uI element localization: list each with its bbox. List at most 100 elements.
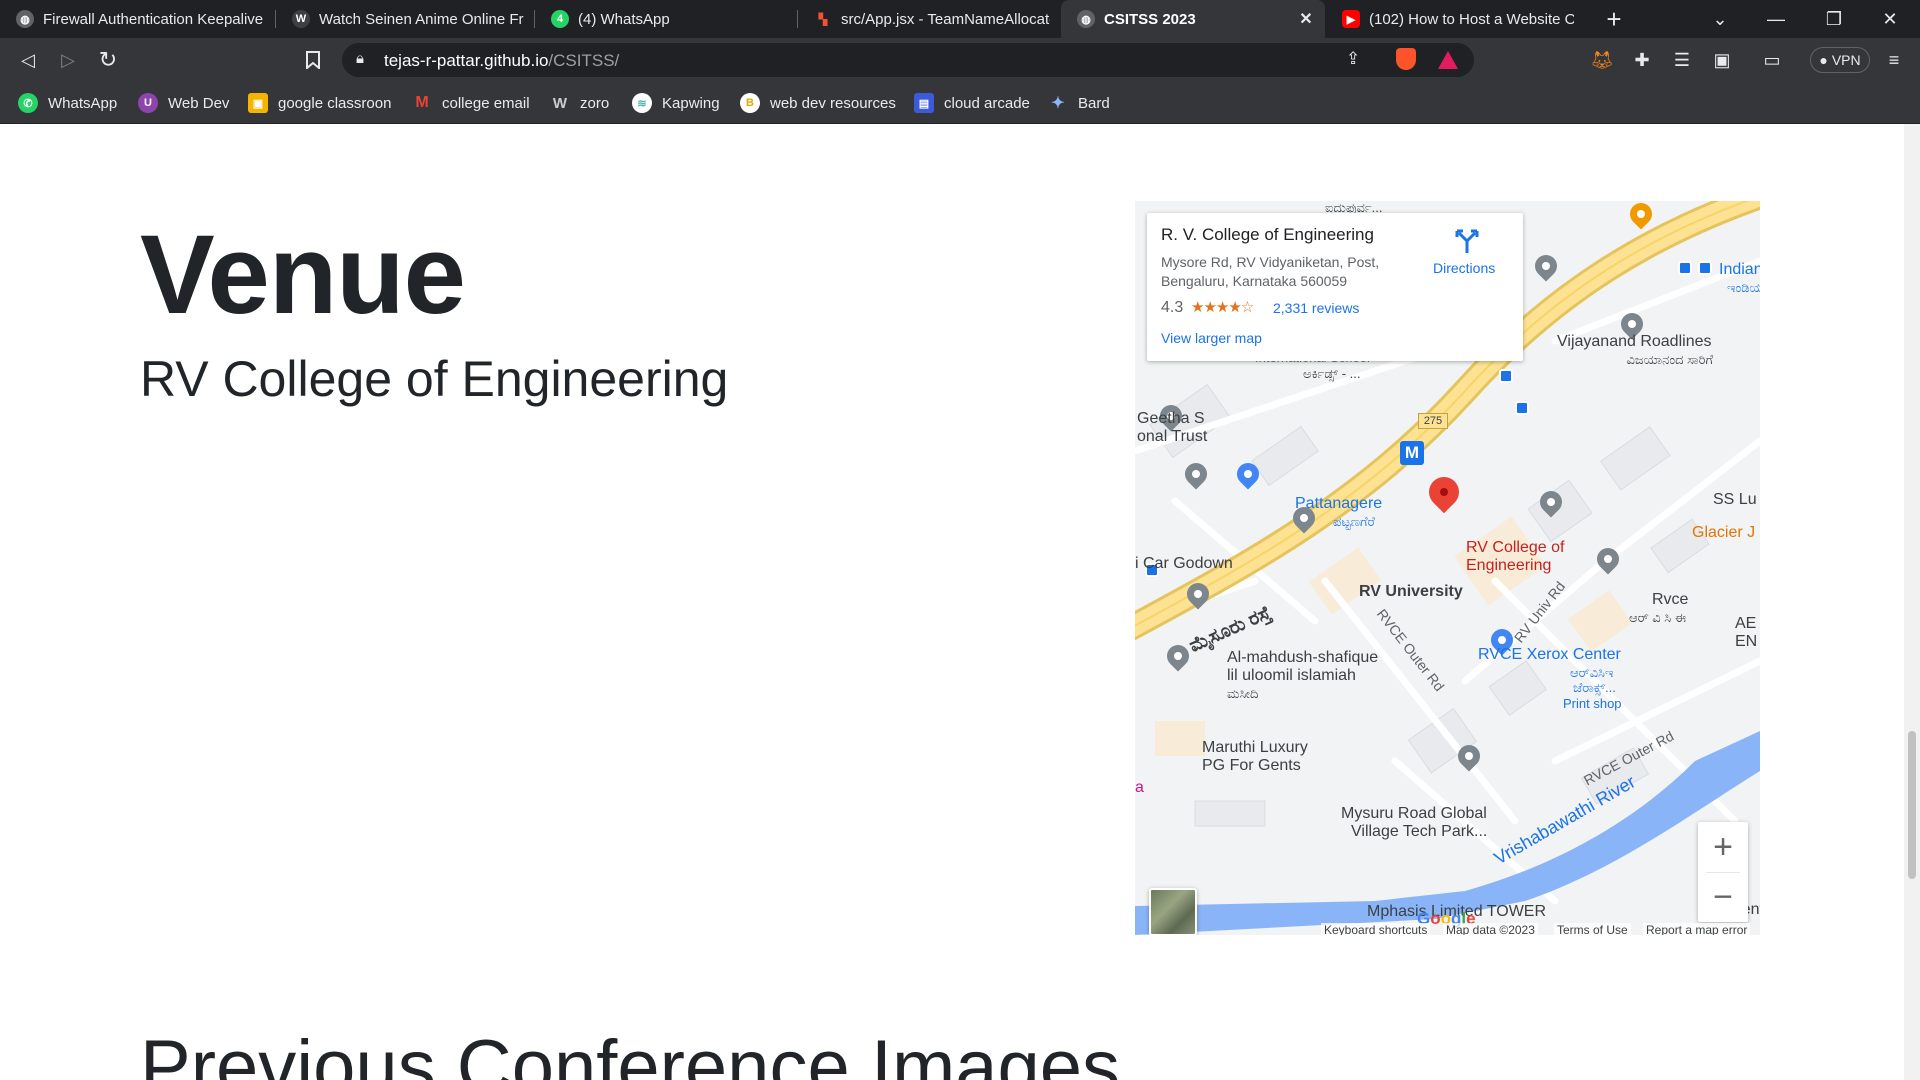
tab-label: Firewall Authentication Keepalive: [43, 10, 264, 28]
brave-shield-icon[interactable]: [1396, 48, 1416, 70]
map-label-rvce-2: Engineering: [1466, 557, 1552, 574]
keyboard-shortcuts-link[interactable]: Keyboard shortcuts: [1321, 923, 1431, 935]
new-tab-button[interactable]: +: [1586, 0, 1642, 38]
tab-anime[interactable]: W Watch Seinen Anime Online Free: [276, 0, 534, 38]
map-label-almahdush-kn: ಮಸೀದಿ: [1227, 686, 1259, 701]
tab-label: (102) How to Host a Website On: [1369, 10, 1574, 28]
forward-icon[interactable]: ▷: [54, 46, 82, 74]
gmail-icon: M: [415, 94, 429, 111]
map-label-vijayanand[interactable]: Vijayanand Roadlines: [1557, 333, 1711, 351]
terms-link[interactable]: Terms of Use: [1554, 923, 1631, 935]
bookmark-bard[interactable]: ✦ Bard: [1048, 91, 1109, 115]
tab-firewall[interactable]: ◍ Firewall Authentication Keepalive: [0, 0, 275, 38]
map-label-rvce-poi-kn: ಆರ್ ವಿ ಸಿ ಈ: [1629, 610, 1687, 625]
bookmark-label: Web Dev: [168, 94, 230, 112]
zoro-icon: W: [552, 94, 568, 112]
extensions-icon[interactable]: ✚: [1628, 46, 1656, 74]
metro-station-icon[interactable]: M: [1400, 441, 1424, 465]
map-label-glacier[interactable]: Glacier J: [1692, 524, 1755, 542]
bookmark-college-email[interactable]: M college email: [412, 91, 530, 115]
map-label-ss[interactable]: SS Lu: [1713, 491, 1757, 509]
scroll-thumb[interactable]: [1908, 731, 1916, 879]
minimize-icon[interactable]: —: [1748, 0, 1804, 38]
bookmark-google-classroom[interactable]: ▣ google classroon: [248, 91, 391, 115]
close-tab-icon[interactable]: ✕: [1297, 9, 1315, 29]
bookmark-page-icon[interactable]: [299, 46, 327, 74]
tab-search-icon[interactable]: ⌄: [1692, 0, 1748, 38]
map-label-edge: a: [1135, 779, 1144, 796]
bookmark-cloud-arcade[interactable]: ▤ cloud arcade: [914, 91, 1030, 115]
zoom-in-button[interactable]: +: [1698, 822, 1748, 872]
map-attribution: Keyboard shortcuts Map data ©2023 Terms …: [1135, 923, 1760, 935]
reload-icon[interactable]: ↻: [94, 46, 122, 74]
close-window-icon[interactable]: ✕: [1862, 0, 1918, 38]
wallet-icon[interactable]: ▭: [1758, 46, 1786, 74]
tab-label: (4) WhatsApp: [578, 10, 670, 28]
bookmark-label: WhatsApp: [48, 94, 118, 112]
map-label-indian-kn: ಇಂಡಿಯ: [1727, 280, 1760, 295]
directions-link[interactable]: Directions: [1433, 260, 1495, 276]
bookmark-web-dev[interactable]: U Web Dev: [138, 91, 229, 115]
tab-label: CSITSS 2023: [1104, 10, 1196, 28]
menu-icon[interactable]: ≡: [1880, 46, 1908, 74]
map-label-ae[interactable]: AE: [1735, 615, 1756, 633]
restore-icon[interactable]: ❐: [1806, 0, 1862, 38]
highway-shield-275: 275: [1418, 413, 1448, 429]
map-label-geetha-2: onal Trust: [1137, 428, 1208, 445]
bus-stop-icon[interactable]: [1499, 369, 1513, 383]
map-label-rvce[interactable]: RV College of: [1466, 539, 1564, 557]
map-label-mysuru-global-2: Village Tech Park...: [1351, 823, 1488, 840]
tab-label: Watch Seinen Anime Online Free: [319, 10, 524, 28]
bus-stop-icon[interactable]: [1698, 261, 1712, 275]
globe-icon: ◍: [16, 10, 34, 28]
playlist-icon[interactable]: ☰: [1668, 46, 1696, 74]
bookmarks-bar: ✆ WhatsApp U Web Dev ▣ google classroon …: [0, 82, 1920, 124]
map-label-maruthi[interactable]: Maruthi Luxury: [1202, 739, 1308, 757]
map-label-rvce-poi[interactable]: Rvce: [1652, 591, 1688, 609]
google-map-embed[interactable]: M 275 ಐದುಫುರ್ವ... Indian ಇಂಡಿಯ Vijayanan…: [1135, 201, 1760, 935]
directions-icon[interactable]: [1453, 227, 1481, 255]
bookmark-web-dev-resources[interactable]: B web dev resources: [740, 91, 896, 115]
vpn-button[interactable]: ● VPN: [1810, 47, 1870, 73]
tab-youtube[interactable]: ▶ (102) How to Host a Website On: [1326, 0, 1584, 38]
share-icon[interactable]: ⇪: [1346, 49, 1360, 69]
metamask-icon[interactable]: 🦊︎: [1588, 46, 1616, 74]
map-label-maruthi-2: PG For Gents: [1202, 757, 1301, 774]
folder-icon: U: [138, 93, 158, 113]
brave-rewards-icon[interactable]: [1438, 51, 1458, 69]
page-content: Venue RV College of Engineering M 275 ಐದ…: [0, 124, 1904, 1080]
tab-app-jsx[interactable]: ▚ src/App.jsx - TeamNameAllocator: [798, 0, 1060, 38]
tab-whatsapp[interactable]: 4 (4) WhatsApp: [535, 0, 797, 38]
reviews-link[interactable]: 2,331 reviews: [1273, 300, 1359, 316]
view-larger-map-link[interactable]: View larger map: [1161, 330, 1262, 346]
map-label-rv-university[interactable]: RV University: [1359, 583, 1463, 601]
bus-stop-icon[interactable]: [1678, 261, 1692, 275]
map-label-vijayanand-kn: ವಿಜಯಾನಂದ ಸಾರಿಗೆ: [1626, 352, 1713, 367]
map-label-car-godown[interactable]: i Car Godown: [1135, 555, 1233, 573]
map-label-indian[interactable]: Indian: [1719, 261, 1760, 279]
browser-toolbar: ◁ ▷ ↻ 🔒︎ tejas-r-pattar.github.io/CSITSS…: [0, 38, 1920, 82]
address-bar[interactable]: 🔒︎ tejas-r-pattar.github.io/CSITSS/ ⇪: [342, 43, 1474, 77]
bus-stop-icon[interactable]: [1515, 401, 1529, 415]
map-label-pattanagere[interactable]: Pattanagere: [1295, 495, 1382, 513]
zoro-icon: W: [292, 10, 310, 28]
map-label-xerox[interactable]: RVCE Xerox Center: [1478, 646, 1621, 664]
report-error-link[interactable]: Report a map error: [1643, 923, 1751, 935]
bookmark-label: web dev resources: [770, 94, 896, 112]
place-rating: 4.3: [1161, 299, 1184, 316]
tab-csitss[interactable]: ◍ CSITSS 2023 ✕: [1061, 0, 1325, 38]
sidebar-icon[interactable]: ▣: [1708, 46, 1736, 74]
map-label-geetha[interactable]: Geetha S: [1137, 410, 1205, 428]
page-scrollbar[interactable]: [1904, 124, 1920, 1080]
place-info-card: R. V. College of Engineering Mysore Rd, …: [1147, 213, 1523, 361]
venue-subtitle: RV College of Engineering: [140, 351, 729, 407]
back-icon[interactable]: ◁: [14, 46, 42, 74]
zoom-out-button[interactable]: −: [1698, 872, 1748, 922]
bookmark-label: Kapwing: [662, 94, 720, 112]
bookmark-whatsapp[interactable]: ✆ WhatsApp: [18, 91, 117, 115]
bookmark-kapwing[interactable]: ≋ Kapwing: [632, 91, 720, 115]
bookmark-label: college email: [442, 94, 530, 112]
bookmark-zoro[interactable]: W zoro: [550, 91, 609, 115]
map-label-mysuru-global[interactable]: Mysuru Road Global: [1341, 805, 1487, 823]
map-label-almahdush[interactable]: Al-mahdush-shafique: [1227, 649, 1378, 667]
